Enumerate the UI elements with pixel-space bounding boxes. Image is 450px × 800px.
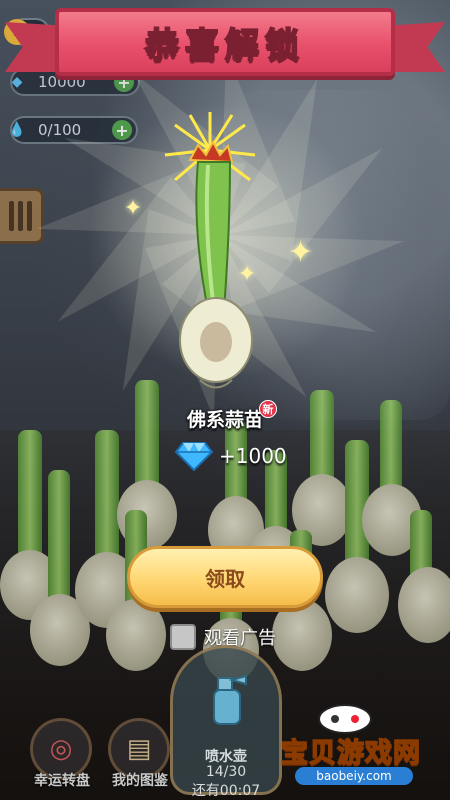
- wheel-icon: ◎: [49, 734, 73, 764]
- watermark-title: 宝贝游戏网: [280, 737, 421, 770]
- popup-title: 恭喜解锁: [144, 25, 305, 67]
- reward-amount: +1000: [219, 444, 287, 468]
- watering-can-label: 喷水壶: [205, 749, 247, 765]
- new-badge: 新: [259, 400, 277, 418]
- banner-ribbon: 恭喜解锁: [55, 8, 395, 76]
- spray-bottle-icon: [213, 674, 247, 725]
- crown-icon: [188, 139, 234, 164]
- book-icon: ▤: [126, 734, 152, 764]
- diamond-icon: [175, 442, 213, 471]
- sparkle-icon: ✦: [288, 235, 314, 270]
- watermark-url: baobeiy.com: [295, 767, 413, 785]
- claim-button[interactable]: 领取: [127, 546, 323, 608]
- watch-ad-checkbox[interactable]: [170, 624, 196, 650]
- sparkle-icon: ✦: [123, 196, 143, 221]
- site-watermark: 宝贝游戏网 baobeiy.com: [275, 704, 445, 790]
- congrats-banner: 恭喜解锁: [0, 0, 450, 90]
- unlocked-plant: [164, 112, 256, 389]
- water-drop-icon: 💧: [8, 122, 26, 138]
- plant-name: 佛系蒜苗: [186, 409, 263, 431]
- reward-row: +1000: [175, 440, 287, 472]
- sparkle-icon: ✦: [237, 262, 257, 287]
- plant-face: [200, 322, 232, 362]
- water-uses-count: 14/30: [205, 764, 247, 780]
- menu-icon: [9, 201, 14, 231]
- water-timer: 还有00:07: [191, 783, 261, 799]
- gamepad-mascot-icon: [318, 704, 372, 734]
